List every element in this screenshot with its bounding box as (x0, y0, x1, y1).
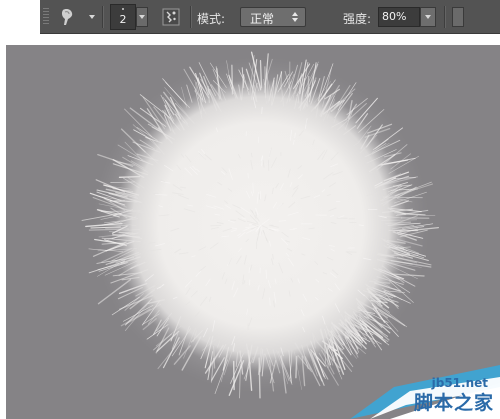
strength-slider-dropdown[interactable] (420, 7, 436, 27)
fur-ball-core (115, 79, 407, 371)
toolbar-separator (444, 6, 446, 28)
mode-select[interactable]: 正常 (240, 7, 306, 27)
toolbar-overflow-button[interactable] (452, 7, 464, 27)
smudge-finger-icon[interactable] (58, 6, 84, 28)
strength-label: 强度: (343, 12, 372, 26)
up-down-arrows-icon (292, 12, 298, 22)
tool-preset-dropdown-icon[interactable] (89, 15, 95, 19)
brush-size-value: 2 (119, 13, 127, 26)
site-watermark: jb51.net 脚本之家 (350, 347, 500, 419)
mode-label: 模式: (197, 12, 226, 26)
brush-size-dropdown[interactable] (136, 7, 148, 27)
screenshot: 2 模式: 正常 强度: 80% jb51.net 脚本之家 (0, 0, 500, 419)
brush-panel-icon[interactable] (162, 8, 180, 26)
toolbar-separator (190, 6, 192, 28)
strength-input[interactable]: 80% (378, 7, 420, 27)
brush-size-box[interactable]: 2 (110, 4, 136, 30)
chevron-down-icon (425, 15, 431, 19)
strength-value: 80% (382, 10, 407, 23)
watermark-site-name: 脚本之家 (413, 392, 494, 414)
chevron-down-icon (139, 15, 145, 19)
mode-select-value: 正常 (250, 12, 275, 26)
options-toolbar: 2 模式: 正常 强度: 80% (40, 0, 500, 34)
toolbar-grip[interactable] (43, 8, 49, 26)
brush-tip-dot-icon (122, 8, 124, 10)
toolbar-separator (102, 6, 104, 28)
